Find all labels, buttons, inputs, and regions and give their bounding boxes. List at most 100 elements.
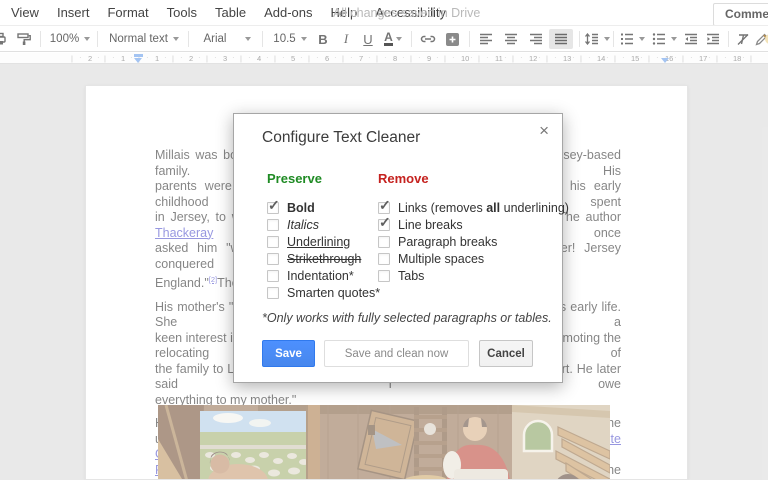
- unchecked-checkbox[interactable]: [267, 253, 279, 265]
- unchecked-checkbox[interactable]: [378, 253, 390, 265]
- checkbox-label: Line breaks: [398, 218, 463, 232]
- ruler-mark: 4: [257, 54, 261, 63]
- ruler-mark: ·: [282, 53, 285, 62]
- checkbox-label: Tabs: [398, 269, 424, 283]
- align-justify-icon[interactable]: [549, 29, 573, 49]
- decrease-indent-icon[interactable]: [681, 29, 701, 49]
- ruler-mark: ·: [334, 53, 337, 62]
- menu-tools[interactable]: Tools: [158, 5, 206, 20]
- ruler-mark: |: [750, 54, 752, 63]
- bold-button[interactable]: B: [314, 29, 332, 49]
- ruler-mark: 13: [563, 54, 571, 63]
- underline-button[interactable]: U: [359, 29, 377, 49]
- chevron-down-icon: [301, 37, 307, 41]
- ruler-mark: ·: [97, 53, 100, 62]
- bulleted-list-icon[interactable]: [650, 29, 678, 49]
- ruler-mark: ·: [112, 53, 115, 62]
- text-color-button[interactable]: A: [381, 29, 405, 49]
- unchecked-checkbox[interactable]: [267, 236, 279, 248]
- toolbar-separator: [728, 31, 729, 47]
- ruler-mark: ·: [146, 53, 149, 62]
- print-icon[interactable]: [0, 29, 8, 49]
- cancel-button[interactable]: Cancel: [479, 340, 533, 367]
- ruler-mark: ·: [418, 53, 421, 62]
- ruler-mark: ·: [724, 53, 727, 62]
- unchecked-checkbox[interactable]: [267, 287, 279, 299]
- ruler-mark: ·: [674, 53, 677, 62]
- toolbar-separator: [188, 31, 189, 47]
- ruler-mark: 9: [427, 54, 431, 63]
- checked-checkbox[interactable]: [378, 202, 390, 214]
- ruler-mark: ·: [708, 53, 711, 62]
- checkbox-label: Strikethrough: [287, 252, 361, 266]
- ruler-mark: |: [410, 54, 412, 63]
- first-line-indent-marker[interactable]: [134, 54, 143, 57]
- unchecked-checkbox[interactable]: [267, 219, 279, 231]
- menu-format[interactable]: Format: [98, 5, 157, 20]
- italic-button[interactable]: I: [337, 29, 355, 49]
- ruler-mark: 6: [325, 54, 329, 63]
- chevron-down-icon: [639, 37, 645, 41]
- ruler-mark: ·: [130, 53, 133, 62]
- checked-checkbox[interactable]: [267, 202, 279, 214]
- paragraph-style-select[interactable]: Normal text: [104, 29, 184, 49]
- menu-bar: ViewInsertFormatToolsTableAdd-onsHelpAcc…: [0, 0, 768, 25]
- ruler-mark: ·: [164, 53, 167, 62]
- ruler-mark: ·: [316, 53, 319, 62]
- ruler-mark: 7: [359, 54, 363, 63]
- checkbox-row: Italics: [267, 216, 380, 233]
- close-icon[interactable]: ×: [539, 121, 549, 141]
- align-center-icon[interactable]: [500, 29, 522, 49]
- ruler-mark: ·: [402, 53, 405, 62]
- paint-format-icon[interactable]: [14, 29, 34, 49]
- google-docs-window: ViewInsertFormatToolsTableAdd-onsHelpAcc…: [0, 0, 768, 480]
- chevron-down-icon: [173, 37, 179, 41]
- toolbar-separator: [40, 31, 41, 47]
- chevron-down-icon: [604, 37, 610, 41]
- checked-checkbox[interactable]: [378, 219, 390, 231]
- checkbox-label: Smarten quotes*: [287, 286, 380, 300]
- checkbox-label: Underlining: [287, 235, 350, 249]
- unchecked-checkbox[interactable]: [378, 236, 390, 248]
- ruler-mark: ·: [214, 53, 217, 62]
- ruler-mark: |: [444, 54, 446, 63]
- mode-indicator-icon[interactable]: [764, 29, 768, 49]
- save-button[interactable]: Save: [262, 340, 315, 367]
- align-right-icon[interactable]: [525, 29, 547, 49]
- ruler-mark: ·: [79, 53, 82, 62]
- font-family-select[interactable]: Arial: [196, 29, 258, 49]
- right-indent-marker[interactable]: [661, 58, 669, 63]
- save-and-clean-now-button[interactable]: Save and clean now: [324, 340, 469, 367]
- numbered-list-icon[interactable]: [618, 29, 646, 49]
- insert-image-icon[interactable]: [441, 29, 463, 49]
- ruler-mark: ·: [504, 53, 507, 62]
- menu-insert[interactable]: Insert: [48, 5, 99, 20]
- checkbox-row: Tabs: [378, 267, 569, 284]
- checkbox-row: Bold: [267, 199, 380, 216]
- clear-formatting-icon[interactable]: [733, 29, 753, 49]
- remove-column: Remove Links (removes all underlining)Li…: [378, 171, 569, 284]
- increase-indent-icon[interactable]: [703, 29, 723, 49]
- left-indent-marker[interactable]: [134, 58, 142, 63]
- ruler-mark: |: [172, 54, 174, 63]
- toolbar: 100% Normal text Arial 10.5 B I U A: [0, 25, 768, 52]
- menu-view[interactable]: View: [2, 5, 48, 20]
- checkbox-label: Italics: [287, 218, 319, 232]
- insert-link-icon[interactable]: [417, 29, 439, 49]
- zoom-select[interactable]: 100%: [48, 29, 92, 49]
- unchecked-checkbox[interactable]: [267, 270, 279, 282]
- font-size-select[interactable]: 10.5: [270, 29, 310, 49]
- menu-add-ons[interactable]: Add-ons: [255, 5, 321, 20]
- ruler-mark: 2: [88, 54, 92, 63]
- ruler-mark: 14: [597, 54, 605, 63]
- ruler-mark: ·: [538, 53, 541, 62]
- comments-button[interactable]: Comments: [713, 3, 768, 26]
- checkbox-row: Links (removes all underlining): [378, 199, 569, 216]
- ruler-mark: ·: [300, 53, 303, 62]
- line-spacing-icon[interactable]: [584, 29, 610, 49]
- menu-table[interactable]: Table: [206, 5, 255, 20]
- ruler-mark: |: [512, 54, 514, 63]
- unchecked-checkbox[interactable]: [378, 270, 390, 282]
- align-left-icon[interactable]: [475, 29, 497, 49]
- ruler-mark: ·: [384, 53, 387, 62]
